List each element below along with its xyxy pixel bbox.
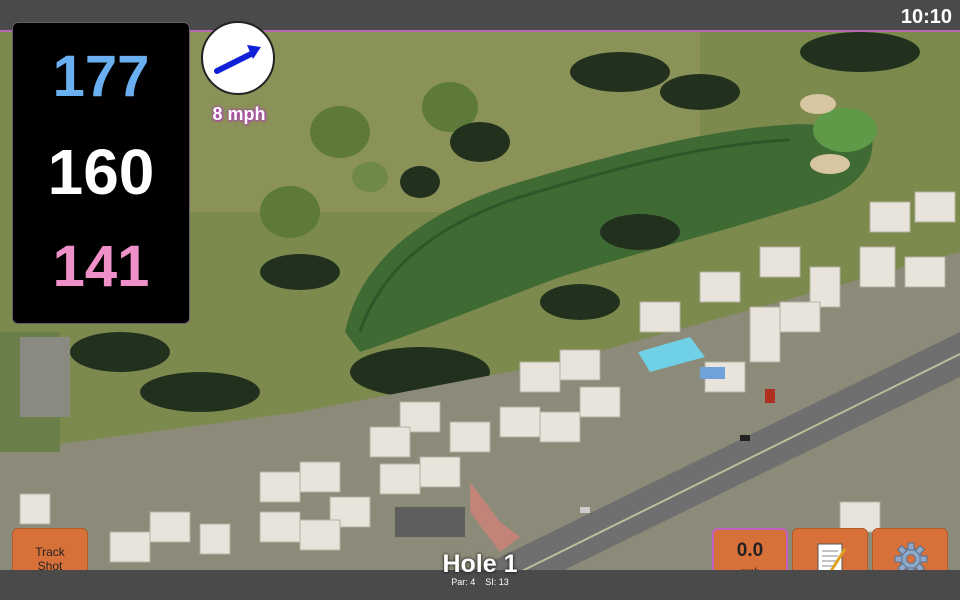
- arrow-right-icon: [214, 45, 261, 74]
- hole-info: Par: 4 SI: 13: [380, 577, 580, 587]
- si-label: SI: 13: [485, 577, 509, 587]
- par-label: Par: 4: [451, 577, 476, 587]
- wind-speed: 8 mph: [212, 104, 266, 124]
- clock: 10:10: [900, 6, 952, 28]
- front-distance: 141: [52, 234, 150, 299]
- hole-title: Hole 1: [442, 550, 518, 578]
- speed-value: 0.0: [736, 540, 764, 561]
- track-shot-label-line1: Track: [35, 545, 65, 559]
- wind-indicator[interactable]: [201, 21, 275, 95]
- back-distance: 177: [52, 44, 150, 109]
- middle-distance: 160: [47, 136, 155, 208]
- distance-panel: 177 160 141: [12, 22, 190, 324]
